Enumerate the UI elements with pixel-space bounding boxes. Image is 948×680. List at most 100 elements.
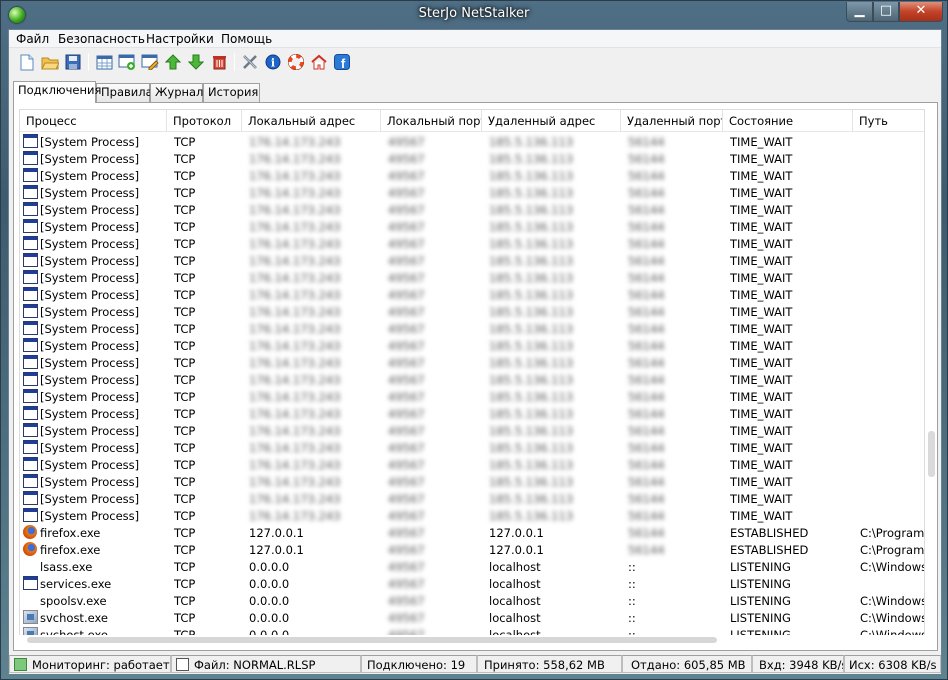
cell-protocol: TCP xyxy=(174,475,196,489)
cell-protocol: TCP xyxy=(174,254,196,268)
cell-local-address: 176.14.173.243 xyxy=(249,220,341,234)
menu-settings[interactable]: Настройки xyxy=(146,32,214,46)
vertical-scroll-thumb[interactable] xyxy=(928,431,935,477)
cell-remote-address: 185.5.136.113 xyxy=(489,339,574,353)
column-header-local-address[interactable]: Локальный адрес xyxy=(242,110,381,132)
table-row[interactable]: [System Process] TCP 176.14.173.243 49567 18… xyxy=(20,320,924,337)
tab-history[interactable]: История xyxy=(203,83,260,102)
table-row[interactable]: [System Process] TCP 176.14.173.243 49567 18… xyxy=(20,354,924,371)
table-row[interactable]: [System Process] TCP 176.14.173.243 49567 18… xyxy=(20,405,924,422)
cell-process: [System Process] xyxy=(40,305,140,319)
column-header-process[interactable]: Процесс xyxy=(20,110,167,132)
cell-remote-port: :: xyxy=(628,560,636,574)
column-header-state[interactable]: Состояние xyxy=(723,110,853,132)
facebook-icon: f xyxy=(334,54,350,70)
table-row[interactable]: [System Process] TCP 176.14.173.243 49567 18… xyxy=(20,184,924,201)
delete-button[interactable] xyxy=(210,53,228,71)
edit-button[interactable] xyxy=(141,53,159,71)
table-row[interactable]: [System Process] TCP 176.14.173.243 49567 18… xyxy=(20,439,924,456)
tab-log[interactable]: Журнал xyxy=(150,83,203,102)
table-row[interactable]: svchost.exe TCP 0.0.0.0 49567 localhost:: LIS… xyxy=(20,609,924,626)
table-row[interactable]: [System Process] TCP 176.14.173.243 49567 18… xyxy=(20,286,924,303)
menu-security[interactable]: Безопасность xyxy=(58,32,145,46)
minimize-button[interactable]: ▁ xyxy=(846,2,873,22)
table-row[interactable]: [System Process] TCP 176.14.173.243 49567 18… xyxy=(20,507,924,524)
info-button[interactable]: i xyxy=(264,53,282,71)
cell-state: TIME_WAIT xyxy=(730,458,793,472)
vertical-scrollbar[interactable] xyxy=(926,109,937,636)
svchost-icon xyxy=(23,610,38,624)
cell-remote-port: 56144 xyxy=(628,152,665,166)
toolbar-separator xyxy=(88,53,89,71)
add-window-button[interactable] xyxy=(118,53,136,71)
table-row[interactable]: spoolsv.exe TCP 0.0.0.0 49567 localhost:: LIS… xyxy=(20,592,924,609)
table-row[interactable]: [System Process] TCP 176.14.173.243 49567 18… xyxy=(20,235,924,252)
table-row[interactable]: [System Process] TCP 176.14.173.243 49567 18… xyxy=(20,490,924,507)
cell-remote-address: 185.5.136.113 xyxy=(489,475,574,489)
table-row[interactable]: [System Process] TCP 176.14.173.243 49567 18… xyxy=(20,337,924,354)
move-down-button[interactable] xyxy=(187,53,205,71)
table-row[interactable]: [System Process] TCP 176.14.173.243 49567 18… xyxy=(20,456,924,473)
cell-state: TIME_WAIT xyxy=(730,356,793,370)
move-up-button[interactable] xyxy=(164,53,182,71)
table-row[interactable]: [System Process] TCP 176.14.173.243 49567 18… xyxy=(20,252,924,269)
tab-connections[interactable]: Подключения xyxy=(13,81,101,103)
close-icon: ✕ xyxy=(915,3,927,18)
cell-protocol: TCP xyxy=(174,509,196,523)
cell-state: TIME_WAIT xyxy=(730,424,793,438)
title-bar[interactable]: SterJo NetStalker ▁ □ ✕ xyxy=(1,1,947,29)
cell-state: TIME_WAIT xyxy=(730,169,793,183)
cell-path xyxy=(860,236,924,252)
cell-process: [System Process] xyxy=(40,339,140,353)
column-header-local-port[interactable]: Локальный порт xyxy=(381,110,482,132)
tools-button[interactable] xyxy=(241,53,259,71)
column-header-path[interactable]: Путь xyxy=(853,110,924,132)
table-view-button[interactable] xyxy=(95,53,113,71)
table-row[interactable]: [System Process] TCP 176.14.173.243 49567 18… xyxy=(20,422,924,439)
process-window-icon xyxy=(23,508,38,522)
cell-process: [System Process] xyxy=(40,475,140,489)
cell-local-port: 49567 xyxy=(388,560,425,574)
table-row[interactable]: firefox.exe TCP 127.0.0.1 49567 127.0.0.1 561… xyxy=(20,541,924,558)
maximize-button[interactable]: □ xyxy=(873,2,899,22)
facebook-button[interactable]: f xyxy=(333,53,351,71)
table-row[interactable]: [System Process] TCP 176.14.173.243 49567 18… xyxy=(20,303,924,320)
horizontal-scroll-thumb[interactable] xyxy=(27,637,717,643)
table-row[interactable]: [System Process] TCP 176.14.173.243 49567 18… xyxy=(20,133,924,150)
menu-file[interactable]: Файл xyxy=(16,32,49,46)
cell-state: TIME_WAIT xyxy=(730,220,793,234)
home-button[interactable] xyxy=(310,53,328,71)
tab-rules[interactable]: Правила xyxy=(96,83,153,102)
cell-state: TIME_WAIT xyxy=(730,271,793,285)
connections-panel: Процесс Протокол Локальный адрес Локальн… xyxy=(13,102,938,651)
table-row[interactable]: [System Process] TCP 176.14.173.243 49567 18… xyxy=(20,269,924,286)
cell-local-port: 49567 xyxy=(388,373,425,387)
close-button[interactable]: ✕ xyxy=(899,2,943,22)
table-row[interactable]: [System Process] TCP 176.14.173.243 49567 18… xyxy=(20,201,924,218)
cell-state: LISTENING xyxy=(730,560,791,574)
table-row[interactable]: firefox.exe TCP 127.0.0.1 49567 127.0.0.1 561… xyxy=(20,524,924,541)
new-document-button[interactable] xyxy=(18,53,36,71)
table-row[interactable]: [System Process] TCP 176.14.173.243 49567 18… xyxy=(20,167,924,184)
column-header-protocol[interactable]: Протокол xyxy=(167,110,242,132)
table-row[interactable]: services.exe TCP 0.0.0.0 49567 localhost:: LI… xyxy=(20,575,924,592)
table-row[interactable]: [System Process] TCP 176.14.173.243 49567 18… xyxy=(20,150,924,167)
table-row[interactable]: [System Process] TCP 176.14.173.243 49567 18… xyxy=(20,473,924,490)
column-header-remote-address[interactable]: Удаленный адрес xyxy=(482,110,621,132)
horizontal-scrollbar[interactable] xyxy=(19,635,925,645)
table-row[interactable]: [System Process] TCP 176.14.173.243 49567 18… xyxy=(20,218,924,235)
cell-local-address: 176.14.173.243 xyxy=(249,509,341,523)
connections-table[interactable]: Процесс Протокол Локальный адрес Локальн… xyxy=(19,109,925,636)
cell-remote-port: 56144 xyxy=(628,492,665,506)
table-row[interactable]: [System Process] TCP 176.14.173.243 49567 18… xyxy=(20,388,924,405)
cell-process: lsass.exe xyxy=(40,560,93,574)
table-row[interactable]: lsass.exe TCP 0.0.0.0 49567 localhost:: LISTE… xyxy=(20,558,924,575)
save-button[interactable] xyxy=(64,53,82,71)
help-button[interactable] xyxy=(287,53,305,71)
menu-help[interactable]: Помощь xyxy=(221,32,272,46)
open-button[interactable] xyxy=(41,53,59,71)
cell-protocol: TCP xyxy=(174,611,196,625)
table-row[interactable]: [System Process] TCP 176.14.173.243 49567 18… xyxy=(20,371,924,388)
column-header-remote-port[interactable]: Удаленный порт xyxy=(621,110,723,132)
cell-local-port: 49567 xyxy=(388,509,425,523)
